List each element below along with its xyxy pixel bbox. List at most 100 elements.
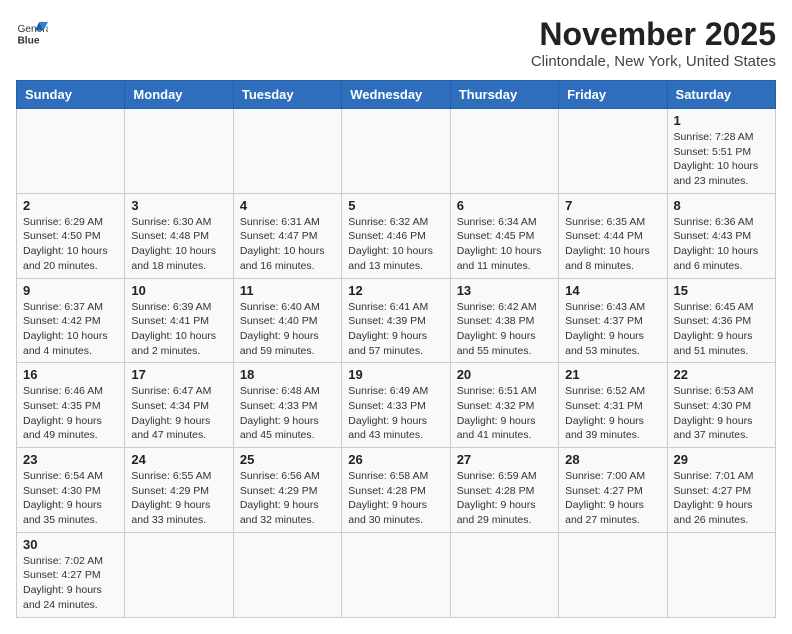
day-info: Sunrise: 6:45 AM Sunset: 4:36 PM Dayligh… xyxy=(674,300,769,359)
calendar-day-cell: 22 Sunrise: 6:53 AM Sunset: 4:30 PM Dayli… xyxy=(667,363,775,448)
day-number: 6 xyxy=(457,198,552,213)
day-number: 16 xyxy=(23,367,118,382)
generalblue-logo-icon: General Blue xyxy=(16,16,48,48)
day-info: Sunrise: 7:02 AM Sunset: 4:27 PM Dayligh… xyxy=(23,554,118,613)
calendar-day-cell xyxy=(233,109,341,194)
day-number: 7 xyxy=(565,198,660,213)
day-info: Sunrise: 6:49 AM Sunset: 4:33 PM Dayligh… xyxy=(348,384,443,443)
calendar-day-cell: 21 Sunrise: 6:52 AM Sunset: 4:31 PM Dayli… xyxy=(559,363,667,448)
calendar-day-cell xyxy=(125,532,233,617)
day-info: Sunrise: 7:00 AM Sunset: 4:27 PM Dayligh… xyxy=(565,469,660,528)
day-number: 9 xyxy=(23,283,118,298)
day-info: Sunrise: 6:56 AM Sunset: 4:29 PM Dayligh… xyxy=(240,469,335,528)
calendar-day-cell: 6Sunrise: 6:34 AM Sunset: 4:45 PM Daylig… xyxy=(450,193,558,278)
day-info: Sunrise: 6:29 AM Sunset: 4:50 PM Dayligh… xyxy=(23,215,118,274)
day-number: 14 xyxy=(565,283,660,298)
day-number: 24 xyxy=(131,452,226,467)
day-info: Sunrise: 6:52 AM Sunset: 4:31 PM Dayligh… xyxy=(565,384,660,443)
calendar-day-cell xyxy=(17,109,125,194)
day-number: 1 xyxy=(674,113,769,128)
day-info: Sunrise: 6:47 AM Sunset: 4:34 PM Dayligh… xyxy=(131,384,226,443)
weekday-header-row: SundayMondayTuesdayWednesdayThursdayFrid… xyxy=(17,81,776,109)
calendar-day-cell: 10Sunrise: 6:39 AM Sunset: 4:41 PM Dayli… xyxy=(125,278,233,363)
day-info: Sunrise: 6:55 AM Sunset: 4:29 PM Dayligh… xyxy=(131,469,226,528)
calendar-day-cell: 16 Sunrise: 6:46 AM Sunset: 4:35 PM Dayli… xyxy=(17,363,125,448)
calendar-day-cell: 12 Sunrise: 6:41 AM Sunset: 4:39 PM Dayli… xyxy=(342,278,450,363)
calendar-week-row: 16 Sunrise: 6:46 AM Sunset: 4:35 PM Dayli… xyxy=(17,363,776,448)
day-number: 25 xyxy=(240,452,335,467)
day-info: Sunrise: 6:53 AM Sunset: 4:30 PM Dayligh… xyxy=(674,384,769,443)
calendar-day-cell: 15 Sunrise: 6:45 AM Sunset: 4:36 PM Dayli… xyxy=(667,278,775,363)
weekday-header-thursday: Thursday xyxy=(450,81,558,109)
calendar-day-cell xyxy=(342,532,450,617)
weekday-header-sunday: Sunday xyxy=(17,81,125,109)
calendar-day-cell: 11 Sunrise: 6:40 AM Sunset: 4:40 PM Dayli… xyxy=(233,278,341,363)
calendar-day-cell xyxy=(233,532,341,617)
weekday-header-wednesday: Wednesday xyxy=(342,81,450,109)
day-number: 19 xyxy=(348,367,443,382)
calendar-week-row: 2 Sunrise: 6:29 AM Sunset: 4:50 PM Daylig… xyxy=(17,193,776,278)
weekday-header-tuesday: Tuesday xyxy=(233,81,341,109)
day-info: Sunrise: 6:59 AM Sunset: 4:28 PM Dayligh… xyxy=(457,469,552,528)
day-info: Sunrise: 6:43 AM Sunset: 4:37 PM Dayligh… xyxy=(565,300,660,359)
day-info: Sunrise: 6:32 AM Sunset: 4:46 PM Dayligh… xyxy=(348,215,443,274)
calendar-day-cell: 3Sunrise: 6:30 AM Sunset: 4:48 PM Daylig… xyxy=(125,193,233,278)
weekday-header-monday: Monday xyxy=(125,81,233,109)
day-number: 13 xyxy=(457,283,552,298)
calendar-day-cell xyxy=(559,532,667,617)
day-info: Sunrise: 6:40 AM Sunset: 4:40 PM Dayligh… xyxy=(240,300,335,359)
calendar-day-cell: 28 Sunrise: 7:00 AM Sunset: 4:27 PM Dayli… xyxy=(559,448,667,533)
calendar-day-cell: 13 Sunrise: 6:42 AM Sunset: 4:38 PM Dayli… xyxy=(450,278,558,363)
day-info: Sunrise: 6:51 AM Sunset: 4:32 PM Dayligh… xyxy=(457,384,552,443)
title-block: November 2025 Clintondale, New York, Uni… xyxy=(531,16,776,70)
calendar-day-cell xyxy=(342,109,450,194)
calendar-week-row: 30 Sunrise: 7:02 AM Sunset: 4:27 PM Dayli… xyxy=(17,532,776,617)
day-number: 8 xyxy=(674,198,769,213)
day-number: 4 xyxy=(240,198,335,213)
day-info: Sunrise: 7:01 AM Sunset: 4:27 PM Dayligh… xyxy=(674,469,769,528)
day-info: Sunrise: 6:35 AM Sunset: 4:44 PM Dayligh… xyxy=(565,215,660,274)
day-number: 27 xyxy=(457,452,552,467)
weekday-header-saturday: Saturday xyxy=(667,81,775,109)
day-info: Sunrise: 6:54 AM Sunset: 4:30 PM Dayligh… xyxy=(23,469,118,528)
calendar-day-cell xyxy=(125,109,233,194)
day-number: 12 xyxy=(348,283,443,298)
calendar-day-cell xyxy=(450,532,558,617)
day-number: 2 xyxy=(23,198,118,213)
day-number: 15 xyxy=(674,283,769,298)
day-info: Sunrise: 6:46 AM Sunset: 4:35 PM Dayligh… xyxy=(23,384,118,443)
calendar-day-cell: 24 Sunrise: 6:55 AM Sunset: 4:29 PM Dayli… xyxy=(125,448,233,533)
day-number: 11 xyxy=(240,283,335,298)
calendar-table: SundayMondayTuesdayWednesdayThursdayFrid… xyxy=(16,80,776,618)
day-number: 30 xyxy=(23,537,118,552)
day-number: 26 xyxy=(348,452,443,467)
calendar-day-cell: 7 Sunrise: 6:35 AM Sunset: 4:44 PM Daylig… xyxy=(559,193,667,278)
calendar-day-cell: 18 Sunrise: 6:48 AM Sunset: 4:33 PM Dayli… xyxy=(233,363,341,448)
day-info: Sunrise: 6:48 AM Sunset: 4:33 PM Dayligh… xyxy=(240,384,335,443)
day-number: 28 xyxy=(565,452,660,467)
day-number: 18 xyxy=(240,367,335,382)
calendar-week-row: 23 Sunrise: 6:54 AM Sunset: 4:30 PM Dayli… xyxy=(17,448,776,533)
day-info: Sunrise: 6:58 AM Sunset: 4:28 PM Dayligh… xyxy=(348,469,443,528)
day-info: Sunrise: 6:42 AM Sunset: 4:38 PM Dayligh… xyxy=(457,300,552,359)
weekday-header-friday: Friday xyxy=(559,81,667,109)
day-number: 20 xyxy=(457,367,552,382)
day-number: 22 xyxy=(674,367,769,382)
calendar-day-cell: 27 Sunrise: 6:59 AM Sunset: 4:28 PM Dayli… xyxy=(450,448,558,533)
day-info: Sunrise: 6:39 AM Sunset: 4:41 PM Dayligh… xyxy=(131,300,226,359)
calendar-title: November 2025 xyxy=(531,16,776,53)
day-number: 29 xyxy=(674,452,769,467)
day-number: 17 xyxy=(131,367,226,382)
calendar-day-cell: 29 Sunrise: 7:01 AM Sunset: 4:27 PM Dayli… xyxy=(667,448,775,533)
calendar-day-cell: 1Sunrise: 7:28 AM Sunset: 5:51 PM Daylig… xyxy=(667,109,775,194)
calendar-day-cell xyxy=(667,532,775,617)
calendar-day-cell: 19 Sunrise: 6:49 AM Sunset: 4:33 PM Dayli… xyxy=(342,363,450,448)
day-info: Sunrise: 6:31 AM Sunset: 4:47 PM Dayligh… xyxy=(240,215,335,274)
day-number: 23 xyxy=(23,452,118,467)
logo: General Blue xyxy=(16,16,48,48)
day-number: 21 xyxy=(565,367,660,382)
calendar-day-cell xyxy=(559,109,667,194)
day-info: Sunrise: 6:41 AM Sunset: 4:39 PM Dayligh… xyxy=(348,300,443,359)
calendar-subtitle: Clintondale, New York, United States xyxy=(531,53,776,70)
day-info: Sunrise: 6:30 AM Sunset: 4:48 PM Dayligh… xyxy=(131,215,226,274)
